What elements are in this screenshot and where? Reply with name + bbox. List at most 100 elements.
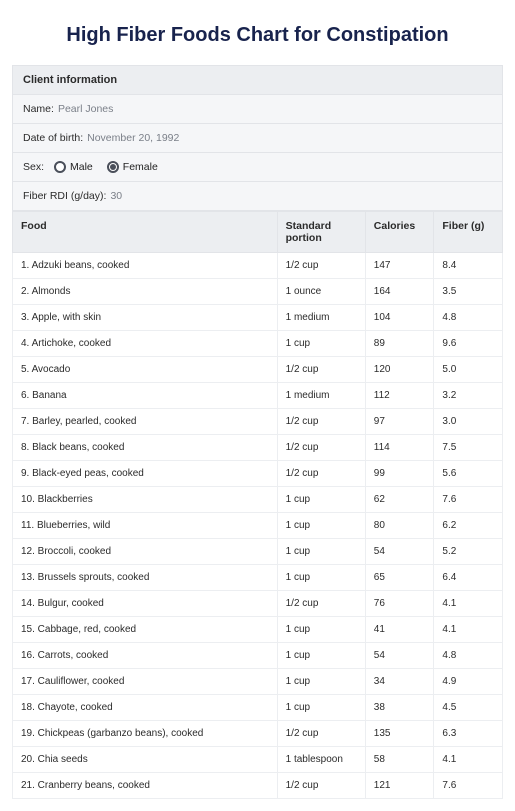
cell-calories: 114 [365,435,434,461]
cell-calories: 62 [365,487,434,513]
table-row: 20. Chia seeds1 tablespoon584.1 [13,747,503,773]
cell-portion: 1/2 cup [277,357,365,383]
cell-calories: 58 [365,747,434,773]
cell-food: 2. Almonds [13,279,278,305]
table-row: 17. Cauliflower, cooked1 cup344.9 [13,669,503,695]
client-dob-label: Date of birth: [23,132,83,144]
cell-calories: 89 [365,331,434,357]
cell-food: 13. Brussels sprouts, cooked [13,565,278,591]
table-row: 14. Bulgur, cooked1/2 cup764.1 [13,591,503,617]
cell-food: 1. Adzuki beans, cooked [13,253,278,279]
cell-food: 17. Cauliflower, cooked [13,669,278,695]
cell-portion: 1 cup [277,669,365,695]
client-rdi-row: Fiber RDI (g/day): 30 [12,182,503,211]
table-row: 8. Black beans, cooked1/2 cup1147.5 [13,435,503,461]
table-row: 5. Avocado1/2 cup1205.0 [13,357,503,383]
cell-portion: 1/2 cup [277,773,365,799]
cell-calories: 41 [365,617,434,643]
client-sex-row: Sex: Male Female [12,153,503,182]
table-row: 13. Brussels sprouts, cooked1 cup656.4 [13,565,503,591]
cell-calories: 164 [365,279,434,305]
cell-fiber: 7.5 [434,435,503,461]
cell-portion: 1 cup [277,643,365,669]
sex-option-female-label: Female [123,161,158,173]
cell-food: 21. Cranberry beans, cooked [13,773,278,799]
cell-food: 18. Chayote, cooked [13,695,278,721]
table-row: 7. Barley, pearled, cooked1/2 cup973.0 [13,409,503,435]
cell-calories: 147 [365,253,434,279]
cell-fiber: 4.8 [434,305,503,331]
table-row: 11. Blueberries, wild1 cup806.2 [13,513,503,539]
cell-fiber: 3.2 [434,383,503,409]
th-fiber: Fiber (g) [434,212,503,253]
th-calories: Calories [365,212,434,253]
cell-portion: 1 ounce [277,279,365,305]
cell-calories: 135 [365,721,434,747]
cell-fiber: 8.4 [434,253,503,279]
cell-calories: 34 [365,669,434,695]
client-dob-row: Date of birth: November 20, 1992 [12,124,503,153]
cell-calories: 112 [365,383,434,409]
cell-portion: 1 cup [277,487,365,513]
table-row: 19. Chickpeas (garbanzo beans), cooked1/… [13,721,503,747]
cell-portion: 1 tablespoon [277,747,365,773]
client-name-row: Name: Pearl Jones [12,95,503,124]
cell-food: 9. Black-eyed peas, cooked [13,461,278,487]
client-rdi-value: 30 [110,190,122,202]
cell-portion: 1/2 cup [277,253,365,279]
cell-food: 19. Chickpeas (garbanzo beans), cooked [13,721,278,747]
cell-fiber: 5.6 [434,461,503,487]
table-row: 9. Black-eyed peas, cooked1/2 cup995.6 [13,461,503,487]
cell-fiber: 3.5 [434,279,503,305]
cell-food: 11. Blueberries, wild [13,513,278,539]
cell-calories: 38 [365,695,434,721]
table-row: 2. Almonds1 ounce1643.5 [13,279,503,305]
cell-fiber: 6.2 [434,513,503,539]
sex-option-male[interactable]: Male [54,161,93,173]
cell-fiber: 6.4 [434,565,503,591]
cell-portion: 1/2 cup [277,591,365,617]
table-header-row: Food Standard portion Calories Fiber (g) [13,212,503,253]
page-title: High Fiber Foods Chart for Constipation [12,24,503,47]
th-food: Food [13,212,278,253]
cell-food: 6. Banana [13,383,278,409]
cell-calories: 54 [365,539,434,565]
cell-portion: 1 cup [277,539,365,565]
cell-fiber: 3.0 [434,409,503,435]
cell-portion: 1/2 cup [277,409,365,435]
cell-calories: 65 [365,565,434,591]
radio-icon [107,161,119,173]
client-info-header: Client information [12,65,503,95]
cell-food: 20. Chia seeds [13,747,278,773]
foods-table: Food Standard portion Calories Fiber (g)… [12,211,503,799]
sex-option-female[interactable]: Female [107,161,158,173]
cell-food: 7. Barley, pearled, cooked [13,409,278,435]
cell-fiber: 7.6 [434,487,503,513]
cell-fiber: 5.2 [434,539,503,565]
cell-fiber: 7.6 [434,773,503,799]
cell-calories: 104 [365,305,434,331]
table-row: 4. Artichoke, cooked1 cup899.6 [13,331,503,357]
cell-portion: 1 cup [277,513,365,539]
table-row: 10. Blackberries1 cup627.6 [13,487,503,513]
th-portion: Standard portion [277,212,365,253]
client-dob-value: November 20, 1992 [87,132,179,144]
table-row: 15. Cabbage, red, cooked1 cup414.1 [13,617,503,643]
client-rdi-label: Fiber RDI (g/day): [23,190,106,202]
cell-fiber: 4.8 [434,643,503,669]
cell-food: 10. Blackberries [13,487,278,513]
cell-portion: 1 cup [277,331,365,357]
cell-fiber: 4.1 [434,617,503,643]
table-row: 6. Banana1 medium1123.2 [13,383,503,409]
cell-food: 15. Cabbage, red, cooked [13,617,278,643]
cell-portion: 1 cup [277,617,365,643]
cell-portion: 1/2 cup [277,461,365,487]
cell-calories: 121 [365,773,434,799]
client-name-value: Pearl Jones [58,103,113,115]
client-name-label: Name: [23,103,54,115]
cell-portion: 1 cup [277,695,365,721]
client-sex-label: Sex: [23,161,44,173]
cell-food: 14. Bulgur, cooked [13,591,278,617]
cell-food: 4. Artichoke, cooked [13,331,278,357]
cell-food: 12. Broccoli, cooked [13,539,278,565]
